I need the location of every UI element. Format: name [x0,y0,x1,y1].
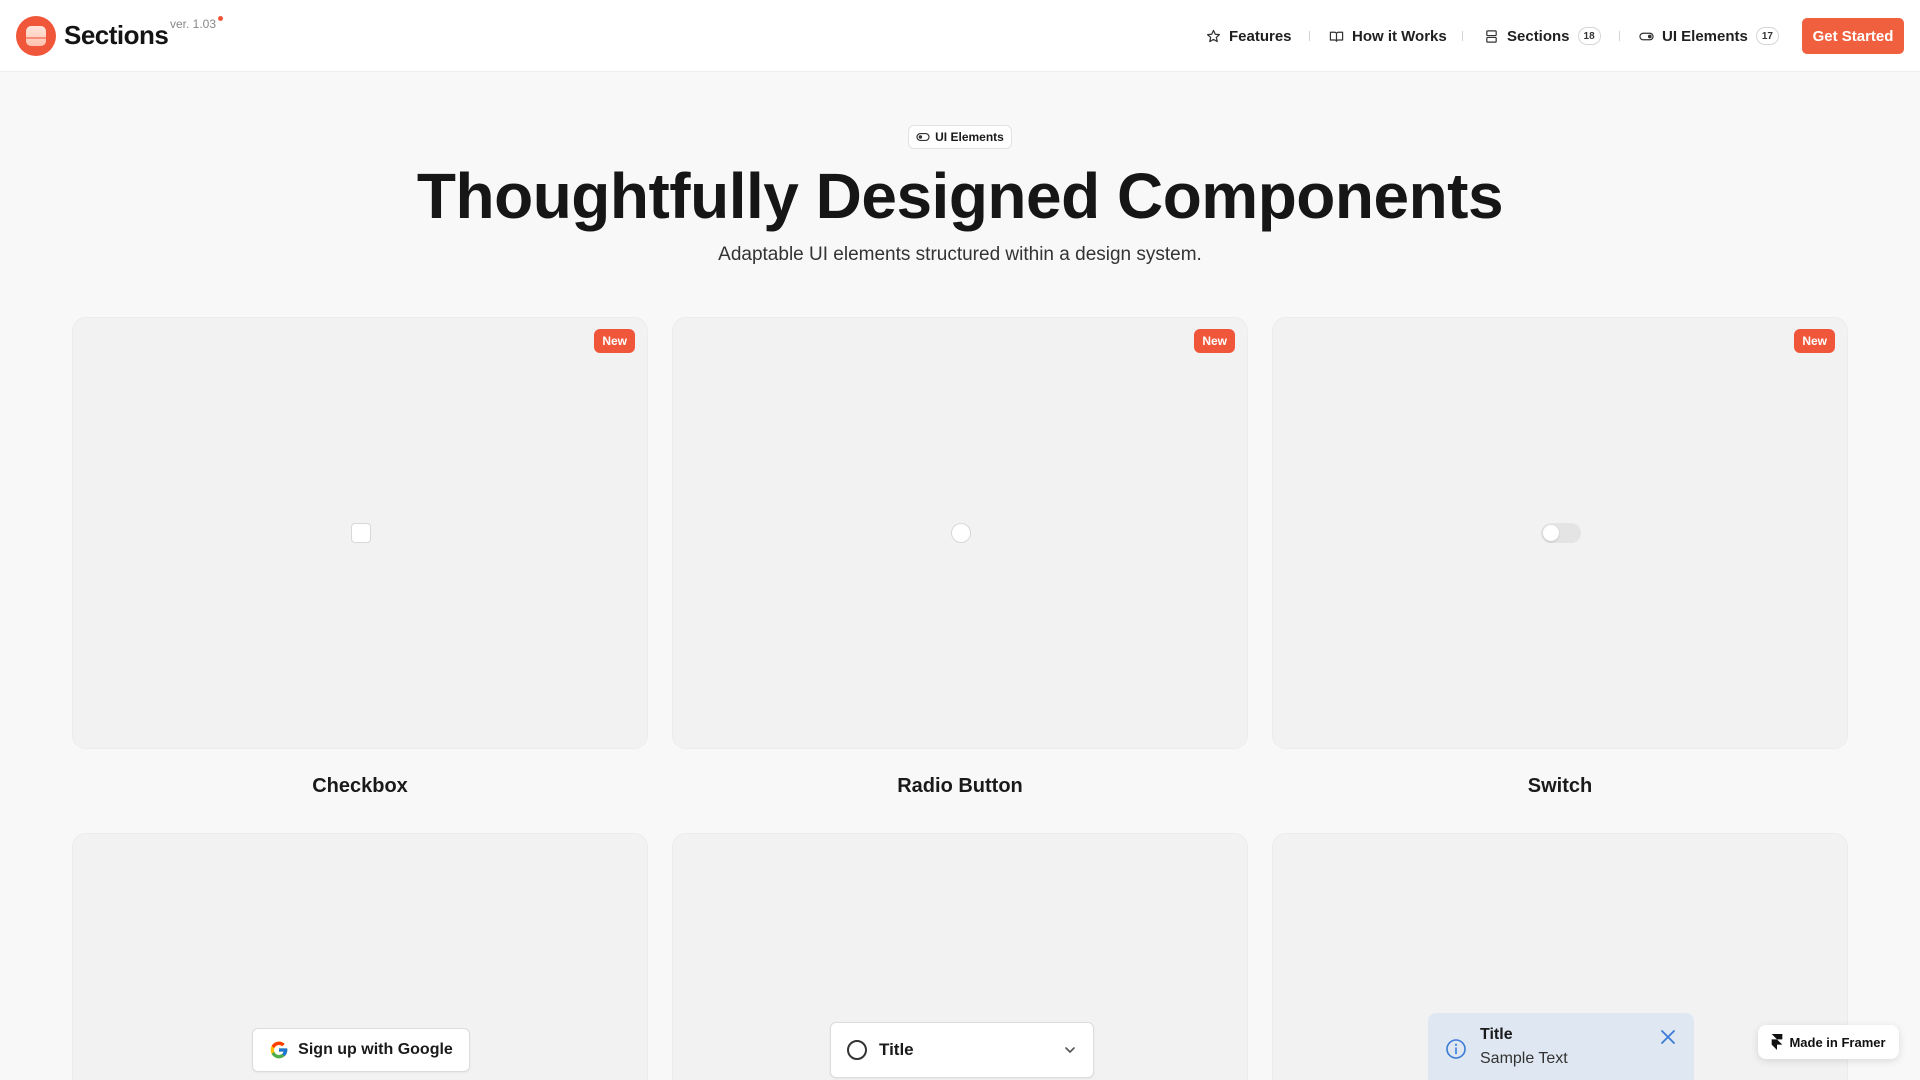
info-icon [1446,1039,1466,1059]
page-subtitle: Adaptable UI elements structured within … [718,244,1202,265]
toggle-icon [1639,32,1654,40]
top-navbar: Sections ver. 1.03 Features How it Works… [0,0,1920,72]
version-dot [218,16,223,21]
nav-ui-elements[interactable]: UI Elements 17 [1639,24,1779,48]
sections-icon [1486,29,1497,43]
select-card[interactable]: Title [672,833,1248,1080]
new-badge: New [1794,329,1835,353]
book-icon [1329,31,1344,42]
nav-sections[interactable]: Sections 18 [1484,24,1601,48]
ui-elements-pill: UI Elements [908,125,1012,149]
switch-card[interactable]: New [1272,317,1848,749]
nav-label: Sections [1507,27,1570,45]
nav-features[interactable]: Features [1206,24,1292,48]
demo-switch[interactable] [1541,523,1581,543]
sign-up-with-google-button[interactable]: Sign up with Google [252,1028,470,1072]
chevron-down-icon [1065,1047,1075,1053]
google-button-label: Sign up with Google [298,1041,453,1058]
demo-radio-button[interactable] [951,523,971,543]
alert-text: Sample Text [1480,1050,1568,1067]
nav-label: UI Elements [1662,27,1748,45]
page-title: Thoughtfully Designed Components [416,160,1504,232]
google-button-card[interactable]: Sign up with Google [72,833,648,1080]
made-in-framer-badge[interactable]: Made in Framer [1758,1025,1899,1059]
title-select-dropdown[interactable]: Title [830,1022,1094,1078]
card-label-switch: Switch [1527,775,1593,797]
nav-how-it-works[interactable]: How it Works [1329,24,1447,48]
framer-badge-label: Made in Framer [1789,1034,1886,1050]
nav-divider [1309,31,1310,41]
brand-name[interactable]: Sections [64,20,169,51]
nav-divider [1462,31,1463,41]
nav-divider [1619,31,1620,41]
close-icon[interactable] [1659,1028,1677,1046]
ui-elements-count-badge: 17 [1755,27,1779,45]
nav-label: Features [1229,27,1292,45]
select-title: Title [879,1040,914,1059]
card-label-checkbox: Checkbox [312,775,408,797]
info-alert: Title Sample Text [1428,1013,1694,1080]
demo-checkbox[interactable] [351,523,371,543]
version-label: ver. 1.03 [170,17,217,31]
framer-logo-icon [1772,1034,1783,1050]
pill-label: UI Elements [935,130,1004,144]
circle-icon [847,1040,867,1060]
card-label-radio-button: Radio Button [897,775,1023,797]
star-icon [1206,29,1221,42]
sections-logo-icon[interactable] [16,16,56,56]
checkbox-card[interactable]: New [72,317,648,749]
new-badge: New [594,329,635,353]
alert-title: Title [1480,1026,1513,1043]
get-started-button[interactable]: Get Started [1802,18,1904,54]
radio-button-card[interactable]: New [672,317,1248,749]
nav-label: How it Works [1352,27,1447,45]
toggle-icon [916,132,930,142]
sections-count-badge: 18 [1577,27,1601,45]
google-icon [270,1041,288,1059]
new-badge: New [1194,329,1235,353]
